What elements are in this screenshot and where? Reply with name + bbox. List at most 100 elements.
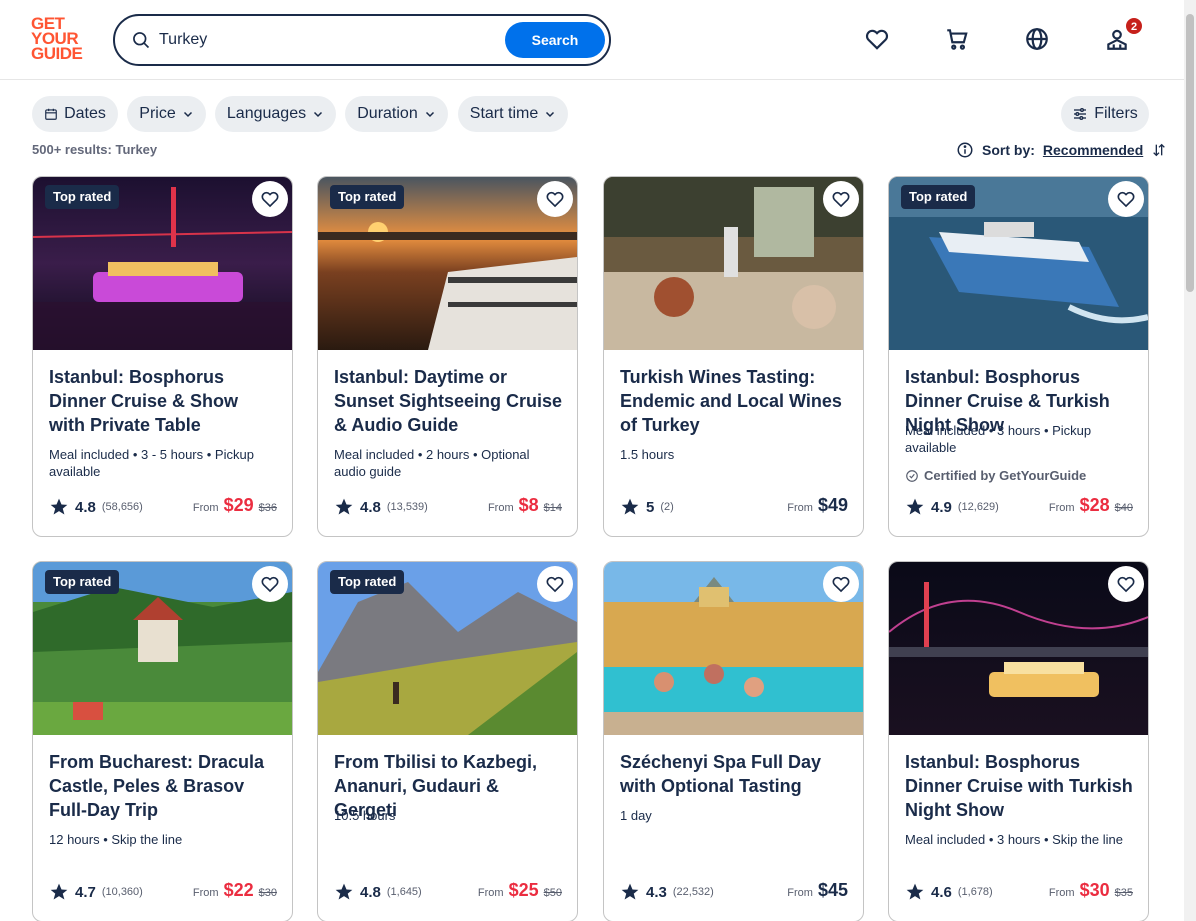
original-price: $35 (1114, 887, 1133, 899)
activity-card[interactable]: Istanbul: Bosphorus Dinner Cruise with T… (888, 561, 1149, 921)
star-icon (50, 883, 68, 900)
price-from-label: From (787, 502, 813, 514)
getyourguide-logo[interactable]: GET YOUR GUIDE (31, 15, 91, 64)
cart-icon[interactable] (944, 26, 970, 52)
review-count: (12,629) (957, 501, 999, 513)
activity-rating: 4.8 (13,539) (334, 495, 428, 519)
activity-title[interactable]: Istanbul: Bosphorus Dinner Cruise with T… (905, 750, 1135, 822)
activity-details: Meal included • 3 hours • Pickup availab… (905, 423, 1092, 455)
activity-title[interactable]: Széchenyi Spa Full Day with Optional Tas… (620, 750, 850, 798)
scrollbar-thumb[interactable] (1186, 14, 1194, 292)
search-button[interactable]: Search (505, 22, 605, 58)
activity-details: Meal included • 2 hours • Optional audio… (334, 447, 530, 479)
filters-button[interactable]: Filters (1061, 96, 1149, 132)
sort-value[interactable]: Recommended (1043, 142, 1143, 158)
activity-price: From $29 $36 (193, 495, 277, 519)
wishlist-button[interactable] (823, 181, 859, 217)
filter-label: Start time (469, 105, 539, 122)
wishlist-button[interactable] (823, 566, 859, 602)
star-icon (906, 883, 924, 900)
activity-card[interactable]: Top rated Istanbul: Daytime or Sunset Si… (317, 176, 578, 537)
original-price: $50 (543, 887, 562, 899)
activity-rating: 5 (2) (620, 495, 674, 519)
globe-icon[interactable] (1024, 26, 1050, 52)
filter-label: Languages (226, 105, 307, 122)
top-rated-badge: Top rated (45, 570, 120, 594)
wishlist-button[interactable] (252, 181, 288, 217)
price-amount: $8 (518, 495, 539, 515)
activity-price: From $8 $14 (488, 495, 562, 519)
price-amount: $28 (1079, 495, 1110, 515)
original-price: $30 (258, 887, 277, 899)
wishlist-button[interactable] (1108, 181, 1144, 217)
price-from-label: From (487, 502, 514, 514)
filters-label: Filters (1094, 105, 1138, 122)
activity-card[interactable]: Top rated From Bucharest: Dracula Castle… (32, 561, 293, 921)
activity-details: 1 day (620, 808, 652, 823)
activity-card[interactable]: Top rated Istanbul: Bosphorus Dinner Cru… (32, 176, 293, 537)
price-amount: $25 (508, 880, 539, 900)
certified-text: Certified by GetYourGuide (924, 468, 1087, 483)
sort-control[interactable]: Sort by: Recommended (956, 140, 1167, 160)
activity-rating: 4.3 (22,532) (620, 880, 714, 904)
original-price: $40 (1114, 502, 1133, 514)
activity-rating: 4.8 (1,645) (334, 880, 422, 904)
wishlist-button[interactable] (252, 566, 288, 602)
wishlist-button[interactable] (1108, 566, 1144, 602)
price-amount: $29 (223, 495, 254, 515)
activity-title[interactable]: Turkish Wines Tasting: Endemic and Local… (620, 365, 850, 437)
activity-title[interactable]: Istanbul: Daytime or Sunset Sightseeing … (334, 365, 564, 437)
heart-icon (1117, 191, 1135, 208)
activity-card[interactable]: Turkish Wines Tasting: Endemic and Local… (603, 176, 864, 537)
rating-value: 4.8 (75, 498, 96, 516)
review-count: (2) (660, 501, 674, 513)
star-icon (621, 883, 639, 900)
review-count: (1,645) (386, 886, 422, 898)
activity-card[interactable]: Top rated Istanbul: Bosphorus Dinner Cru… (888, 176, 1149, 537)
price-amount: $45 (817, 880, 848, 900)
search-input[interactable] (159, 27, 499, 53)
rating-value: 4.6 (931, 883, 952, 901)
filter-price[interactable]: Price (127, 96, 206, 132)
results-count: 500+ results: Turkey (32, 142, 158, 157)
heart-icon (261, 191, 279, 208)
page-scrollbar[interactable] (1184, 0, 1196, 921)
activity-price: From $49 (787, 495, 848, 519)
filter-label: Dates (64, 105, 106, 122)
chevron-down-icon (183, 111, 192, 118)
chevron-down-icon (314, 111, 323, 118)
heart-icon (832, 576, 850, 593)
heart-icon (832, 191, 850, 208)
price-from-label: From (192, 887, 219, 899)
filter-languages[interactable]: Languages (215, 96, 336, 132)
rating-value: 5 (646, 498, 655, 516)
cart-count-badge: 2 (1125, 17, 1143, 35)
wishlist-button[interactable] (537, 566, 573, 602)
activity-details: 10.5 hours (334, 808, 396, 823)
activity-title[interactable]: Istanbul: Bosphorus Dinner Cruise & Show… (49, 365, 279, 437)
activity-card[interactable]: Széchenyi Spa Full Day with Optional Tas… (603, 561, 864, 921)
wishlist-button[interactable] (537, 181, 573, 217)
activity-card[interactable]: Top rated From Tbilisi to Kazbegi, Ananu… (317, 561, 578, 921)
calendar-icon (45, 108, 57, 120)
activity-title[interactable]: From Bucharest: Dracula Castle, Peles & … (49, 750, 279, 822)
top-rated-badge: Top rated (330, 185, 405, 209)
heart-icon (546, 191, 564, 208)
heart-icon[interactable] (864, 26, 890, 52)
activity-rating: 4.9 (12,629) (905, 495, 999, 519)
filter-label: Price (139, 105, 176, 122)
info-icon[interactable] (956, 141, 974, 159)
activity-details: 12 hours • Skip the line (49, 832, 183, 847)
search-bar: Search (113, 14, 611, 66)
filter-duration[interactable]: Duration (345, 96, 448, 132)
chevron-down-icon (546, 111, 555, 118)
heart-icon (261, 576, 279, 593)
activity-details: 1.5 hours (620, 447, 675, 462)
filter-start-time[interactable]: Start time (458, 96, 568, 132)
filter-dates[interactable]: Dates (32, 96, 118, 132)
review-count: (13,539) (386, 501, 428, 513)
star-icon (335, 498, 353, 515)
price-from-label: From (1048, 887, 1075, 899)
rating-value: 4.8 (360, 498, 381, 516)
price-amount: $30 (1079, 880, 1110, 900)
